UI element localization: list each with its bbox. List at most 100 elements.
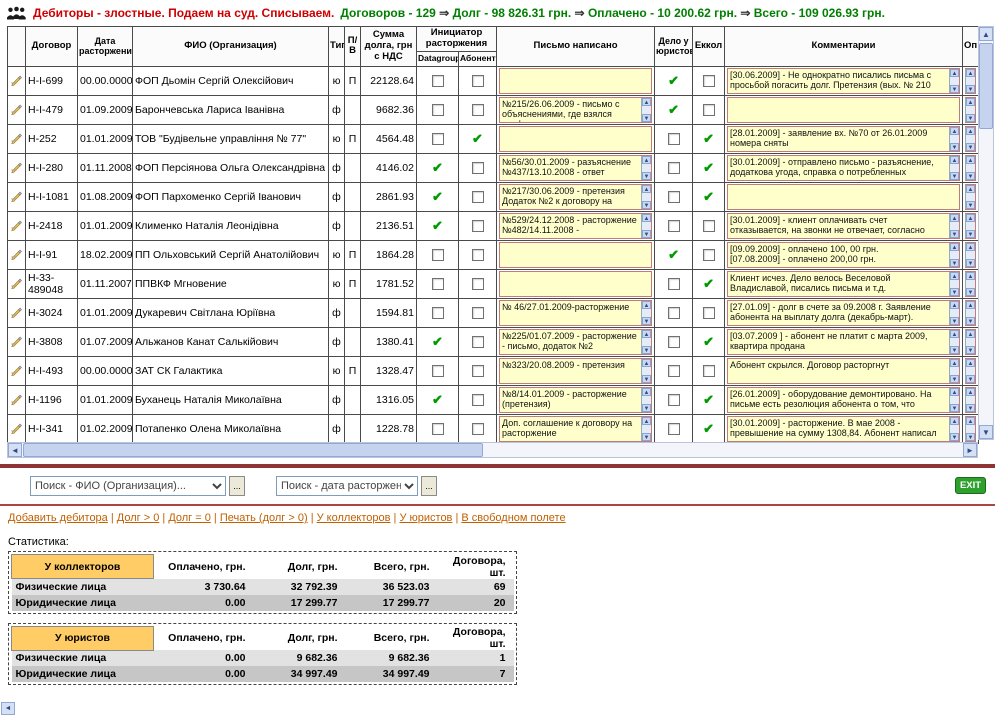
edit-icon[interactable] <box>10 160 23 176</box>
scroll-up-icon[interactable]: ▲ <box>642 156 651 164</box>
filter-link[interactable]: Печать (долг > 0) <box>220 512 308 524</box>
textarea-scrollbar[interactable]: ▲▼ <box>949 243 959 267</box>
scroll-up-icon[interactable]: ▲ <box>950 127 959 135</box>
datagroup-checkbox[interactable] <box>432 75 444 87</box>
edit-icon[interactable] <box>10 305 23 321</box>
filter-link[interactable]: Добавить дебитора <box>8 512 108 524</box>
paid-textarea[interactable]: ▲▼ <box>965 68 976 94</box>
comments-textarea[interactable]: [30.01.2009] - клиент оплачивать счет от… <box>727 213 960 239</box>
scroll-down-icon[interactable]: ▼ <box>642 346 651 354</box>
abonent-checkbox[interactable] <box>472 75 484 87</box>
lawyers-checkbox[interactable] <box>668 133 680 145</box>
textarea-scrollbar[interactable]: ▲▼ <box>641 214 651 238</box>
scroll-down-icon[interactable]: ▼ <box>966 404 975 412</box>
scroll-up-icon[interactable]: ▲ <box>966 214 975 222</box>
textarea-scrollbar[interactable]: ▲▼ <box>641 359 651 383</box>
abonent-checkbox[interactable] <box>472 104 484 116</box>
collector-checkbox[interactable]: ✔ <box>703 189 714 204</box>
scroll-down-icon[interactable]: ▼ <box>966 346 975 354</box>
textarea-scrollbar[interactable]: ▲▼ <box>965 330 975 354</box>
comments-textarea[interactable]: [27.01.09] - долг в счете за 09.2008 г. … <box>727 300 960 326</box>
lawyers-checkbox[interactable] <box>668 307 680 319</box>
textarea-scrollbar[interactable]: ▲▼ <box>949 214 959 238</box>
comments-textarea[interactable]: Абонент скрылся. Договор расторгнут▲▼ <box>727 358 960 384</box>
textarea-scrollbar[interactable]: ▲▼ <box>965 185 975 209</box>
comments-textarea[interactable]: [09.09.2009] - оплачено 100, 00 грн. [07… <box>727 242 960 268</box>
edit-icon[interactable] <box>10 131 23 147</box>
textarea-scrollbar[interactable]: ▲▼ <box>965 98 975 122</box>
textarea-scrollbar[interactable]: ▲▼ <box>965 272 975 296</box>
scroll-up-icon[interactable]: ▲ <box>950 417 959 425</box>
comments-textarea[interactable]: [03.07.2009 ] - абонент не платит с март… <box>727 329 960 355</box>
comments-textarea[interactable]: [26.01.2009] - оборудование демонтирован… <box>727 387 960 413</box>
datagroup-checkbox[interactable] <box>432 307 444 319</box>
letter-textarea[interactable]: №529/24.12.2008 - расторжение №482/14.11… <box>499 213 652 239</box>
letter-textarea[interactable]: № 46/27.01.2009-расторжение▲▼ <box>499 300 652 326</box>
textarea-scrollbar[interactable]: ▲▼ <box>965 388 975 412</box>
abonent-checkbox[interactable] <box>472 278 484 290</box>
edit-icon[interactable] <box>10 218 23 234</box>
datagroup-checkbox[interactable]: ✔ <box>432 160 443 175</box>
datagroup-checkbox[interactable] <box>432 423 444 435</box>
letter-textarea[interactable] <box>499 126 652 152</box>
search-date-browse-button[interactable]: ... <box>421 476 437 496</box>
letter-textarea[interactable]: №215/26.06.2009 - письмо с объяснениями,… <box>499 97 652 123</box>
scroll-down-icon[interactable]: ▼ <box>642 230 651 238</box>
textarea-scrollbar[interactable]: ▲▼ <box>965 69 975 93</box>
search-fio-browse-button[interactable]: ... <box>229 476 245 496</box>
letter-textarea[interactable] <box>499 68 652 94</box>
textarea-scrollbar[interactable]: ▲▼ <box>641 301 651 325</box>
textarea-scrollbar[interactable]: ▲▼ <box>949 156 959 180</box>
edit-icon[interactable] <box>10 189 23 205</box>
scroll-up-icon[interactable]: ▲ <box>950 359 959 367</box>
abonent-checkbox[interactable] <box>472 162 484 174</box>
edit-icon[interactable] <box>10 276 23 292</box>
filter-link[interactable]: У юристов <box>399 512 452 524</box>
scroll-down-icon[interactable]: ▼ <box>966 201 975 209</box>
comments-textarea[interactable]: [28.01.2009] - заявление вх. №70 от 26.0… <box>727 126 960 152</box>
scroll-up-icon[interactable]: ▲ <box>966 272 975 280</box>
letter-textarea[interactable]: Доп. соглашение к договору на расторжени… <box>499 416 652 442</box>
abonent-checkbox[interactable] <box>472 423 484 435</box>
lawyers-checkbox[interactable] <box>668 278 680 290</box>
scroll-up-icon[interactable]: ▲ <box>966 359 975 367</box>
scroll-down-icon[interactable]: ▼ <box>966 172 975 180</box>
search-date-select[interactable]: Поиск - дата расторжения. <box>276 476 418 496</box>
datagroup-checkbox[interactable] <box>432 249 444 261</box>
filter-link[interactable]: Долг = 0 <box>168 512 211 524</box>
paid-textarea[interactable]: ▲▼ <box>965 184 976 210</box>
datagroup-checkbox[interactable] <box>432 104 444 116</box>
scroll-up-icon[interactable]: ▲ <box>966 127 975 135</box>
table-vertical-scrollbar[interactable]: ▲ ▼ <box>978 26 994 440</box>
scroll-up-icon[interactable]: ▲ <box>966 388 975 396</box>
paid-textarea[interactable]: ▲▼ <box>965 213 976 239</box>
lawyers-checkbox[interactable]: ✔ <box>668 247 679 262</box>
scroll-down-icon[interactable]: ▼ <box>966 85 975 93</box>
scroll-down-icon[interactable]: ▼ <box>950 375 959 383</box>
collector-checkbox[interactable] <box>703 104 715 116</box>
scroll-up-icon[interactable]: ▲ <box>966 301 975 309</box>
scroll-up-icon[interactable]: ▲ <box>642 98 651 106</box>
textarea-scrollbar[interactable]: ▲▼ <box>641 330 651 354</box>
scroll-down-icon[interactable]: ▼ <box>950 433 959 441</box>
paid-textarea[interactable]: ▲▼ <box>965 271 976 297</box>
scroll-down-icon[interactable]: ▼ <box>642 375 651 383</box>
scroll-up-icon[interactable]: ▲ <box>642 388 651 396</box>
collector-checkbox[interactable] <box>703 365 715 377</box>
edit-icon[interactable] <box>10 247 23 263</box>
textarea-scrollbar[interactable]: ▲▼ <box>641 417 651 441</box>
table-horizontal-scrollbar[interactable]: ◄ ► <box>7 442 978 458</box>
filter-link[interactable]: У коллекторов <box>317 512 391 524</box>
lawyers-checkbox[interactable]: ✔ <box>668 73 679 88</box>
paid-textarea[interactable]: ▲▼ <box>965 387 976 413</box>
scroll-down-icon[interactable]: ▼ <box>950 317 959 325</box>
collector-checkbox[interactable]: ✔ <box>703 160 714 175</box>
textarea-scrollbar[interactable]: ▲▼ <box>949 301 959 325</box>
scroll-down-icon[interactable]: ▼ <box>950 143 959 151</box>
comments-textarea[interactable]: [30.01.2009] - расторжение. В мае 2008 -… <box>727 416 960 442</box>
scroll-up-icon[interactable]: ▲ <box>950 388 959 396</box>
scroll-up-icon[interactable]: ▲ <box>950 156 959 164</box>
comments-textarea[interactable] <box>727 184 960 210</box>
comments-textarea[interactable] <box>727 97 960 123</box>
paid-textarea[interactable]: ▲▼ <box>965 97 976 123</box>
